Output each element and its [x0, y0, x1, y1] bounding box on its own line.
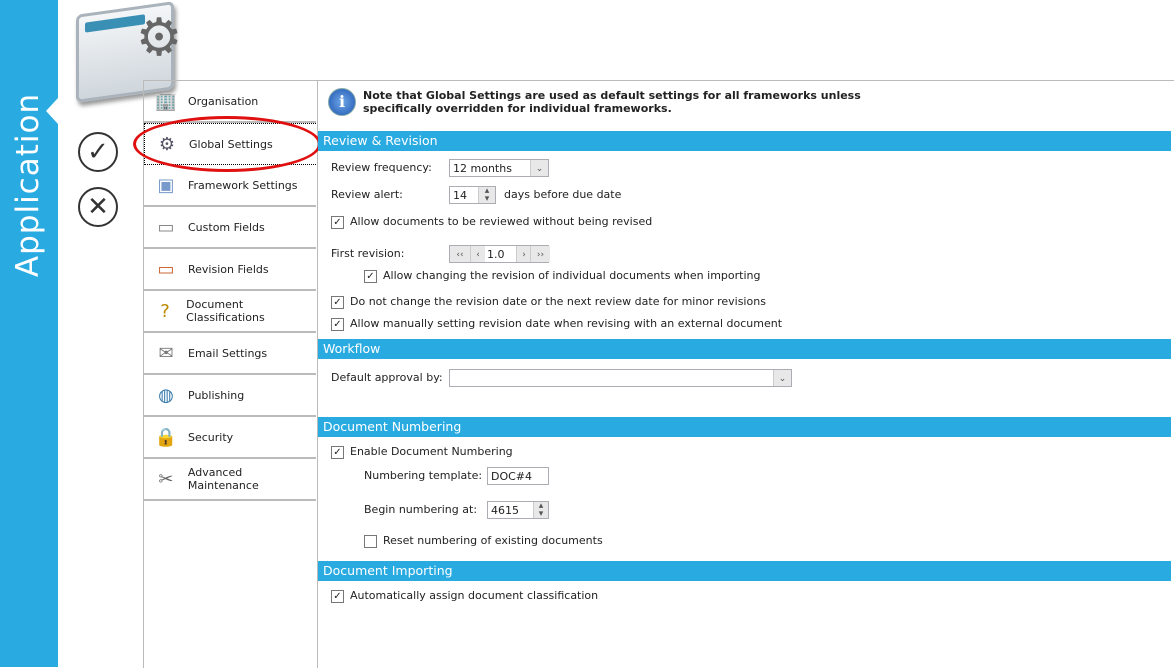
no-change-checkbox[interactable]: ✓ Do not change the revision date or the …	[331, 294, 766, 310]
first-icon[interactable]: ‹‹	[450, 246, 470, 262]
enable-numbering-checkbox[interactable]: ✓ Enable Document Numbering	[331, 444, 513, 460]
revision-field-icon: ▭	[157, 258, 175, 280]
frequency-value: 12 months	[453, 162, 512, 175]
chevron-down-icon[interactable]: ⌄	[530, 160, 548, 176]
template-input[interactable]: DOC#4	[487, 467, 549, 485]
check-circle-icon[interactable]: ✓	[78, 132, 118, 172]
checkbox[interactable]: ✓	[331, 589, 344, 603]
x-circle-icon[interactable]: ✕	[78, 187, 118, 227]
checkbox[interactable]: ✓	[331, 317, 344, 331]
gear-icon: ⚙	[135, 8, 183, 68]
envelope-icon: ✉	[158, 342, 174, 364]
manual-checkbox[interactable]: ✓ Allow manually setting revision date wh…	[331, 316, 782, 332]
nav-item-document-classifications[interactable]: ? Document Classifications	[144, 291, 316, 333]
nav-item-revision-fields[interactable]: ▭ Revision Fields	[144, 249, 316, 291]
checkbox[interactable]: ✓	[331, 445, 344, 459]
checkbox-label: Enable Document Numbering	[350, 445, 513, 458]
nav-item-custom-fields[interactable]: ▭ Custom Fields	[144, 207, 316, 249]
nav-item-advanced-maintenance[interactable]: ✂ Advanced Maintenance	[144, 459, 316, 501]
info-icon: i	[328, 88, 356, 116]
template-label: Numbering template:	[364, 469, 483, 482]
checkbox[interactable]	[364, 534, 377, 548]
tools-icon: ✂	[158, 468, 174, 490]
auto-classify-checkbox[interactable]: ✓ Automatically assign document classific…	[331, 588, 598, 604]
highlight-ring	[133, 116, 321, 172]
checkbox[interactable]: ✓	[331, 215, 344, 229]
padlock-icon: 🔒	[154, 426, 178, 448]
begin-label: Begin numbering at:	[364, 503, 478, 516]
begin-value: 4615	[491, 504, 519, 517]
section-numbering: Document Numbering	[318, 417, 1171, 437]
first-revision-stepper[interactable]: ‹‹ ‹ 1.0 › ››	[449, 245, 550, 263]
alert-spinner[interactable]: 14 ▴ ▾	[449, 186, 496, 204]
allow-change-checkbox[interactable]: ✓ Allow changing the revision of individu…	[364, 268, 760, 284]
nav-item-label: Email Settings	[188, 346, 268, 360]
begin-spinner[interactable]: 4615 ▴ ▾	[487, 501, 549, 519]
prev-icon[interactable]: ‹	[470, 246, 485, 262]
nav-item-label: Framework Settings	[188, 178, 298, 192]
first-revision-label: First revision:	[331, 247, 405, 260]
nav-item-label: Revision Fields	[188, 262, 269, 276]
section-importing: Document Importing	[318, 561, 1171, 581]
frequency-select[interactable]: 12 months ⌄	[449, 159, 549, 177]
nav-item-label: Security	[188, 430, 234, 444]
frequency-label: Review frequency:	[331, 161, 432, 174]
nav-item-security[interactable]: 🔒 Security	[144, 417, 316, 459]
nav-item-publishing[interactable]: ◍ Publishing	[144, 375, 316, 417]
checkbox-label: Do not change the revision date or the n…	[350, 295, 766, 308]
nav-item-label: Custom Fields	[188, 220, 265, 234]
globe-document-icon: ◍	[158, 384, 174, 406]
last-icon[interactable]: ››	[530, 246, 550, 262]
section-review: Review & Revision	[318, 131, 1171, 151]
allow-review-checkbox[interactable]: ✓ Allow documents to be reviewed without …	[331, 214, 652, 230]
alert-label: Review alert:	[331, 188, 403, 201]
first-revision-value: 1.0	[485, 246, 517, 262]
nav-item-label: Organisation	[188, 94, 259, 108]
checkbox[interactable]: ✓	[364, 269, 377, 283]
next-icon[interactable]: ›	[516, 246, 531, 262]
checkbox-label: Reset numbering of existing documents	[383, 534, 603, 547]
alert-value: 14	[453, 189, 467, 202]
reset-checkbox[interactable]: Reset numbering of existing documents	[364, 533, 603, 549]
alert-suffix: days before due date	[504, 188, 622, 201]
checkbox-label: Allow changing the revision of individua…	[383, 269, 761, 282]
nav-item-label: Publishing	[188, 388, 245, 402]
checkbox[interactable]: ✓	[331, 295, 344, 309]
checkbox-label: Allow manually setting revision date whe…	[350, 317, 783, 330]
chevron-down-icon[interactable]: ⌄	[773, 370, 791, 386]
app-title: Application Options	[10, 92, 96, 278]
info-note: Note that Global Settings are used as de…	[363, 89, 861, 115]
checkbox-label: Automatically assign document classifica…	[350, 589, 599, 602]
section-workflow: Workflow	[318, 339, 1171, 359]
building-icon: 🏢	[154, 90, 178, 112]
custom-field-icon: ▭	[157, 216, 175, 238]
approval-select[interactable]: ⌄	[449, 369, 792, 387]
nav-item-email-settings[interactable]: ✉ Email Settings	[144, 333, 316, 375]
info-line: Note that Global Settings are used as de…	[363, 89, 861, 102]
nav-item-label: Document Classifications	[186, 298, 265, 324]
spinner-arrows-icon[interactable]: ▴ ▾	[533, 502, 548, 519]
info-line: specifically overridden for individual f…	[363, 102, 672, 115]
cube-icon: ▣	[157, 174, 175, 196]
spinner-arrows-icon[interactable]: ▴ ▾	[478, 187, 495, 204]
approval-label: Default approval by:	[331, 371, 443, 384]
nav-item-label: Advanced Maintenance	[187, 466, 259, 492]
checkbox-label: Allow documents to be reviewed without b…	[350, 215, 653, 228]
folder-question-icon: ?	[160, 300, 170, 322]
